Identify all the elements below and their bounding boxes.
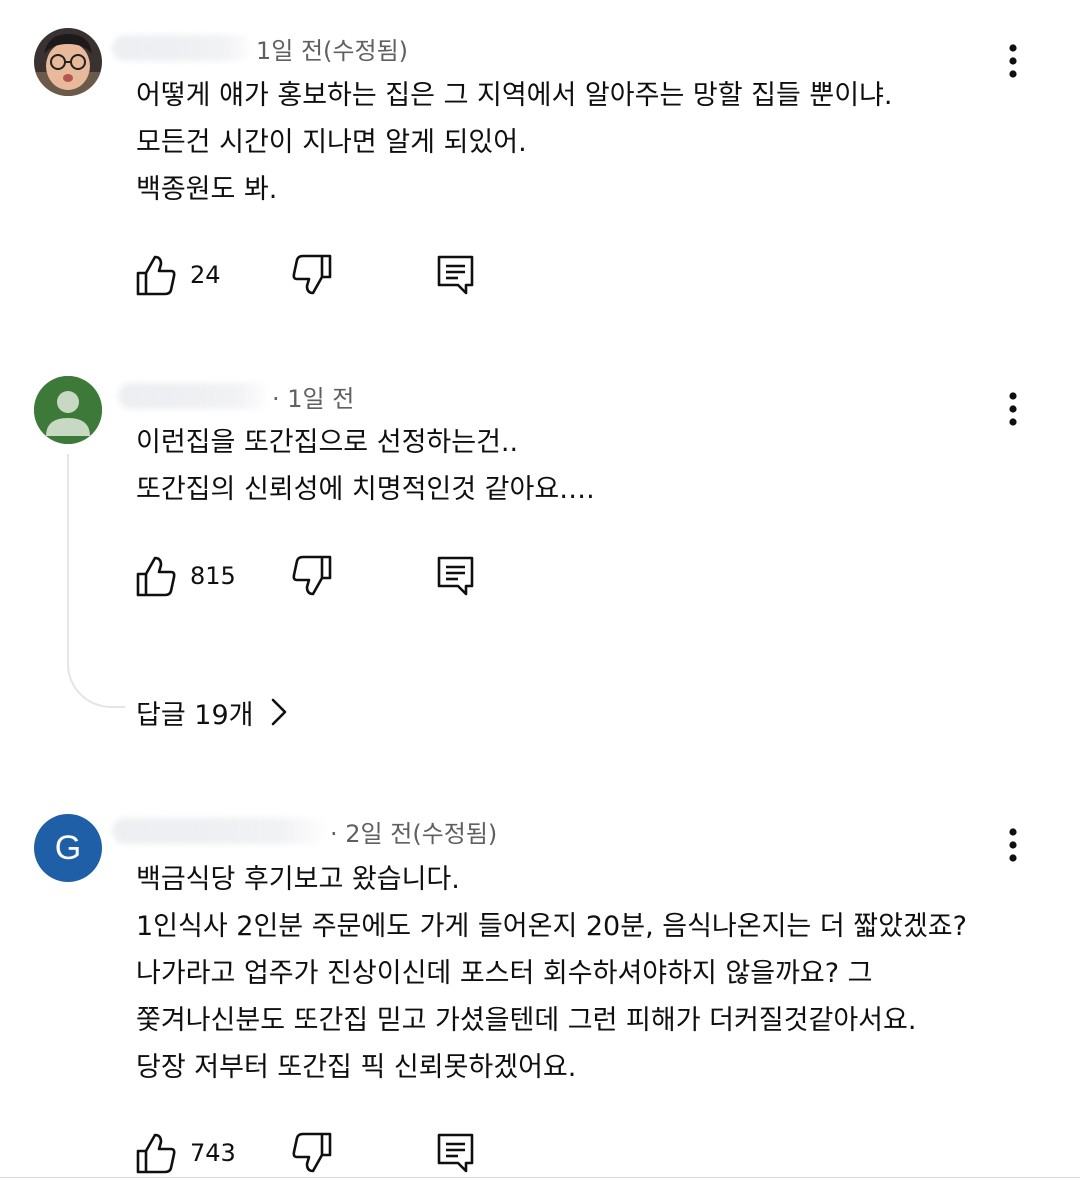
comment-body: 백금식당 후기보고 왔습니다. 1인식사 2인분 주문에도 가게 들어온지 20… — [136, 856, 967, 1091]
avatar[interactable] — [34, 28, 102, 96]
comment-line: 모든건 시간이 지나면 알게 되있어. — [136, 127, 527, 158]
comment-actions: 815 — [134, 551, 476, 601]
avatar[interactable] — [34, 376, 102, 444]
comment-line: 당장 저부터 또간집 픽 신뢰못하겠어요. — [136, 1052, 577, 1083]
reply-button[interactable] — [436, 554, 476, 598]
more-vert-icon — [1009, 392, 1017, 426]
comment-meta: 1일 전(수정됨) — [112, 31, 408, 65]
dislike-button[interactable] — [290, 1131, 334, 1175]
like-count: 815 — [190, 562, 236, 590]
comment-meta: · 2일 전(수정됨) — [112, 814, 497, 848]
more-vert-icon — [1009, 44, 1017, 78]
comment-timestamp: 1일 전(수정됨) — [256, 36, 409, 65]
reply-thread-line — [67, 454, 125, 708]
comment-line: 어떻게 얘가 홍보하는 집은 그 지역에서 알아주는 망할 집들 뿐이냐. — [136, 80, 893, 111]
more-options-button[interactable] — [993, 36, 1033, 86]
like-count: 743 — [190, 1139, 236, 1167]
like-button[interactable]: 743 — [134, 1131, 250, 1175]
like-count: 24 — [190, 261, 221, 289]
like-icon — [136, 556, 176, 597]
reply-icon — [437, 556, 474, 596]
more-options-button[interactable] — [993, 384, 1033, 434]
comment-line: 1인식사 2인분 주문에도 가게 들어온지 20분, 음식나온지는 더 짧았겠죠… — [136, 911, 967, 942]
comment-timestamp: · 1일 전 — [272, 384, 355, 413]
reply-icon — [437, 1133, 474, 1173]
comment-line: 나가라고 업주가 진상이신데 포스터 회수하셔야하지 않을까요? 그 — [136, 958, 873, 989]
comment-line: 백종원도 봐. — [136, 174, 278, 205]
reply-icon — [437, 255, 474, 295]
comment-line: 이런집을 또간집으로 선정하는건.. — [136, 427, 519, 458]
comment-actions: 743 — [134, 1128, 476, 1178]
comment-line: 백금식당 후기보고 왔습니다. — [136, 864, 460, 895]
replies-count-label: 답글 19개 — [136, 699, 254, 731]
bottom-divider — [0, 1177, 1080, 1178]
view-replies-button[interactable]: 답글 19개 — [136, 690, 287, 734]
like-button[interactable]: 815 — [134, 554, 250, 598]
comment-actions: 24 — [134, 250, 476, 300]
avatar-photo — [34, 28, 102, 96]
reply-button[interactable] — [436, 1131, 476, 1175]
comment-body: 이런집을 또간집으로 선정하는건.. 또간집의 신뢰성에 치명적인것 같아요…. — [136, 419, 595, 513]
author-name-redacted[interactable] — [112, 818, 326, 844]
chevron-right-icon — [271, 698, 287, 726]
dislike-button[interactable] — [290, 554, 334, 598]
comment-timestamp: · 2일 전(수정됨) — [330, 819, 498, 848]
dislike-button[interactable] — [290, 253, 334, 297]
dislike-icon — [292, 1132, 332, 1173]
dislike-icon — [292, 555, 332, 596]
avatar[interactable]: G — [34, 814, 102, 882]
author-name-redacted[interactable] — [112, 35, 252, 61]
like-icon — [136, 255, 176, 296]
more-options-button[interactable] — [993, 820, 1033, 870]
comment-meta: · 1일 전 — [118, 379, 354, 413]
like-icon — [136, 1133, 176, 1174]
comment-line: 쫓겨나신분도 또간집 믿고 가셨을텐데 그런 피해가 더커질것같아서요. — [136, 1005, 917, 1036]
comment-body: 어떻게 얘가 홍보하는 집은 그 지역에서 알아주는 망할 집들 뿐이냐. 모든… — [136, 72, 893, 213]
avatar-letter: G — [54, 828, 82, 867]
more-vert-icon — [1009, 828, 1017, 862]
person-icon — [34, 376, 102, 444]
reply-button[interactable] — [436, 253, 476, 297]
like-button[interactable]: 24 — [134, 253, 250, 297]
author-name-redacted[interactable] — [118, 383, 268, 409]
dislike-icon — [292, 254, 332, 295]
comment-line: 또간집의 신뢰성에 치명적인것 같아요…. — [136, 474, 595, 505]
